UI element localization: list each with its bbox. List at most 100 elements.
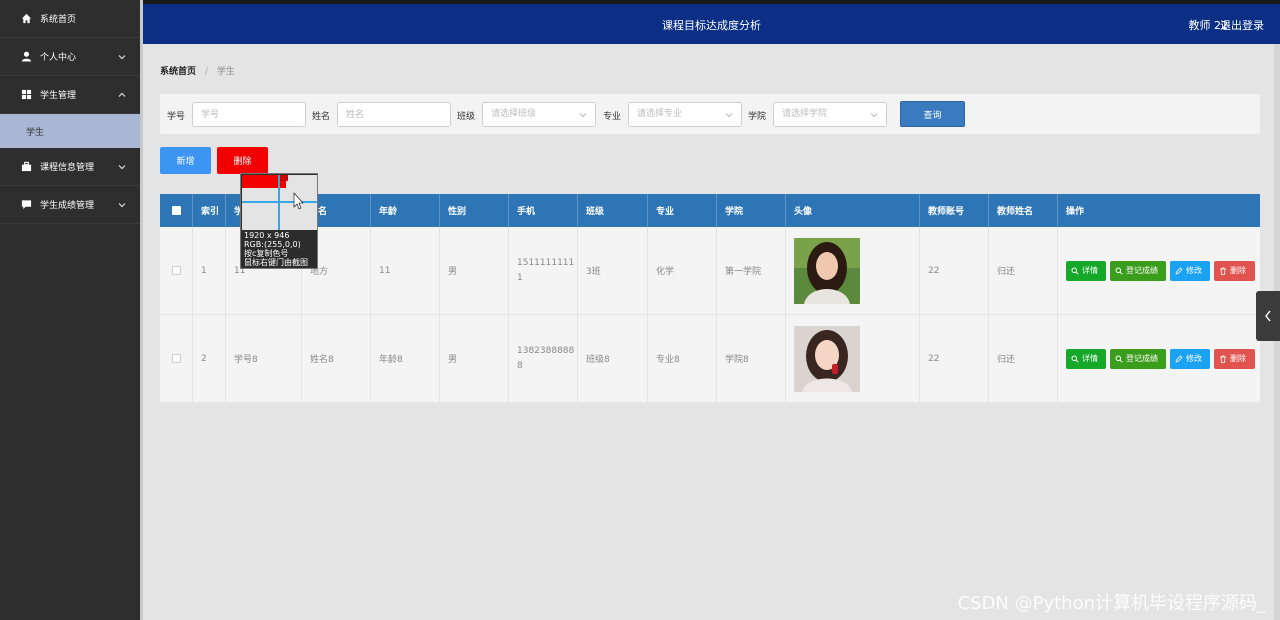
col-college: 学院 (717, 194, 786, 227)
register-grade-label: 登记成绩 (1126, 354, 1158, 363)
avatar (794, 237, 860, 304)
sidebar-item-label: 个人中心 (40, 53, 77, 63)
side-panel-toggle[interactable] (1256, 291, 1280, 341)
cell-major: 化学 (648, 227, 717, 314)
cell-name: 姓名8 (302, 315, 371, 402)
avatar (794, 325, 860, 392)
row-delete-button[interactable]: 删除 (1214, 260, 1255, 281)
cell-avatar (786, 315, 920, 402)
name-input[interactable] (337, 102, 451, 127)
color-picker-overlay: 1920 x 946 RGB:(255,0,0) 按c复制色号 鼠标右键门由截图 (240, 173, 318, 269)
detail-label: 详情 (1082, 354, 1098, 363)
grid-icon (20, 89, 32, 101)
register-grade-button[interactable]: 登记成绩 (1110, 348, 1166, 369)
cell-phone: 15111111111 (517, 257, 575, 283)
major-select[interactable]: 请选择专业 (628, 102, 742, 127)
sidebar-item-personal[interactable]: 个人中心 (0, 38, 140, 76)
col-class: 班级 (578, 194, 648, 227)
class-select[interactable]: 请选择班级 (482, 102, 596, 127)
watermark: CSDN @Python计算机毕设程序源码_ (957, 593, 1266, 614)
logout-link[interactable]: 退出登录 (1220, 17, 1264, 33)
picker-hint-copy: 按c复制色号 (244, 249, 289, 258)
name-label: 姓名 (312, 112, 331, 122)
cell-age: 年龄8 (371, 315, 440, 402)
row-delete-label: 删除 (1230, 354, 1246, 363)
breadcrumb-current: 学生 (216, 67, 235, 77)
student-no-input[interactable] (192, 102, 306, 127)
query-button[interactable]: 查询 (900, 101, 965, 127)
cell-student-no: 学号8 (226, 315, 302, 402)
sidebar-item-label: 系统首页 (40, 15, 77, 25)
cell-teacher-name: 归还 (989, 315, 1058, 402)
select-all-checkbox[interactable] (171, 206, 181, 215)
cell-class: 3班 (578, 227, 648, 314)
breadcrumb-home[interactable]: 系统首页 (160, 67, 196, 77)
trash-icon (1220, 267, 1226, 275)
cell-major: 专业8 (648, 315, 717, 402)
detail-button[interactable]: 详情 (1066, 348, 1106, 369)
edit-label: 修改 (1186, 354, 1202, 363)
cell-phone-wrap: 13823888888 (509, 315, 578, 402)
class-label: 班级 (457, 112, 476, 122)
cell-age: 11 (371, 227, 440, 314)
edit-button[interactable]: 修改 (1170, 260, 1210, 281)
sidebar-item-label: 学生成绩管理 (40, 201, 95, 211)
add-button[interactable]: 新增 (160, 147, 211, 174)
edit-label: 修改 (1186, 266, 1202, 275)
major-label: 专业 (603, 112, 622, 122)
row-delete-label: 删除 (1230, 266, 1246, 275)
detail-label: 详情 (1082, 266, 1098, 275)
col-gender: 性别 (440, 194, 509, 227)
table-row: 1 11 地方 11 男 15111111111 3班 化学 第一学院 22 归… (160, 227, 1260, 315)
picker-info: 1920 x 946 RGB:(255,0,0) 按c复制色号 鼠标右键门由截图 (244, 231, 308, 267)
edit-button[interactable]: 修改 (1170, 348, 1210, 369)
search-icon (1115, 355, 1123, 363)
row-checkbox[interactable] (171, 354, 181, 363)
cell-actions: 详情 登记成绩 修改 删除 (1058, 227, 1260, 314)
app-title: 课程目标达成度分析 (662, 19, 761, 32)
row-select-cell (160, 227, 193, 314)
sidebar-item-label: 课程信息管理 (40, 163, 95, 173)
delete-button[interactable]: 删除 (217, 147, 268, 174)
table-row: 2 学号8 姓名8 年龄8 男 13823888888 班级8 专业8 学院8 … (160, 315, 1260, 403)
register-grade-button[interactable]: 登记成绩 (1110, 260, 1166, 281)
college-select-placeholder: 请选择学院 (782, 109, 828, 119)
sidebar-item-home[interactable]: 系统首页 (0, 0, 140, 38)
row-checkbox[interactable] (171, 266, 181, 275)
table-header: 索引 学 名 年龄 性别 手机 班级 专业 学院 头像 教师账号 教师姓名 操作 (160, 194, 1260, 227)
col-major: 专业 (648, 194, 717, 227)
col-age: 年龄 (371, 194, 440, 227)
cell-avatar (786, 227, 920, 314)
picker-hint-exit: 鼠标右键门由截图 (244, 258, 308, 267)
cell-gender: 男 (440, 227, 509, 314)
col-actions: 操作 (1066, 207, 1085, 217)
chevron-left-icon (1265, 310, 1271, 322)
pencil-icon (1175, 354, 1183, 363)
sidebar-item-student[interactable]: 学生 (0, 114, 140, 148)
sidebar-item-student-mgmt[interactable]: 学生管理 (0, 76, 140, 114)
chevron-down-icon (118, 164, 126, 169)
user-icon (20, 51, 32, 63)
chat-icon (20, 199, 32, 211)
sidebar-item-course-info[interactable]: 课程信息管理 (0, 148, 140, 186)
select-all-cell (160, 194, 193, 227)
register-grade-label: 登记成绩 (1126, 266, 1158, 275)
detail-button[interactable]: 详情 (1066, 260, 1106, 281)
chevron-down-icon (118, 54, 126, 59)
cell-college: 学院8 (717, 315, 786, 402)
student-no-label: 学号 (167, 112, 186, 122)
col-index: 索引 (193, 194, 226, 227)
cell-teacher-name: 归还 (989, 227, 1058, 314)
row-delete-button[interactable]: 删除 (1214, 348, 1255, 369)
chevron-up-icon (118, 92, 126, 97)
college-select[interactable]: 请选择学院 (773, 102, 887, 127)
chevron-down-icon (118, 202, 126, 207)
chevron-down-icon (579, 113, 587, 118)
chevron-down-icon (870, 113, 878, 118)
breadcrumb-separator: / (204, 67, 208, 77)
pencil-icon (1175, 266, 1183, 275)
sidebar-item-grade-mgmt[interactable]: 学生成绩管理 (0, 186, 140, 224)
cell-teacher-account: 22 (920, 315, 989, 402)
home-icon (20, 13, 32, 25)
cell-index: 2 (193, 315, 226, 402)
